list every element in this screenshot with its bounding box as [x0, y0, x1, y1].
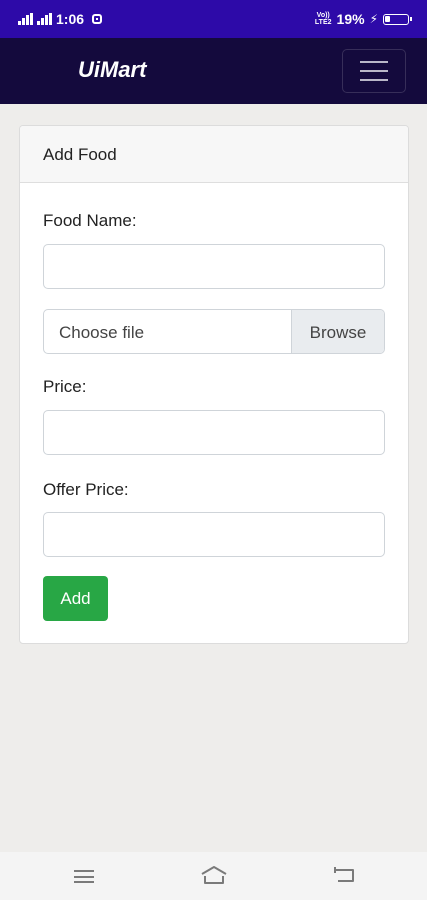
- price-label: Price:: [43, 377, 87, 396]
- volte-label-bottom: LTE2: [314, 19, 332, 26]
- card-header: Add Food: [20, 126, 408, 183]
- food-name-input[interactable]: [43, 244, 385, 289]
- add-button[interactable]: Add: [43, 576, 108, 621]
- card-title: Add Food: [43, 145, 117, 164]
- hamburger-icon: [360, 61, 388, 81]
- offer-price-label: Offer Price:: [43, 480, 129, 499]
- add-food-card: Add Food Food Name: Choose file Browse P…: [19, 125, 409, 644]
- battery-icon: [383, 13, 412, 25]
- volte-label-top: Vo)): [316, 12, 330, 19]
- signal-icon: [18, 13, 33, 25]
- brand-logo[interactable]: UiMart: [78, 57, 146, 83]
- battery-percent: 19%: [336, 11, 365, 27]
- navbar-toggler-button[interactable]: [342, 49, 406, 93]
- notification-icon: [92, 14, 103, 24]
- navbar: UiMart: [0, 38, 427, 104]
- signal-icon-2: [37, 13, 52, 25]
- home-icon[interactable]: [199, 864, 229, 886]
- offer-price-input[interactable]: [43, 512, 385, 557]
- volte-indicator: Vo)) LTE2: [315, 12, 332, 26]
- status-bar: 1:06 Vo)) LTE2 19% ⚡: [0, 0, 427, 38]
- status-right: Vo)) LTE2 19% ⚡: [315, 11, 412, 27]
- system-navigation-bar: [0, 852, 427, 900]
- file-input[interactable]: Choose file Browse: [43, 309, 385, 354]
- food-name-label: Food Name:: [43, 211, 137, 230]
- file-input-label: Choose file: [59, 323, 145, 342]
- browse-button[interactable]: Browse: [291, 310, 384, 353]
- price-input[interactable]: [43, 410, 385, 455]
- status-time: 1:06: [56, 11, 85, 27]
- menu-icon[interactable]: [74, 870, 94, 883]
- status-left: 1:06: [18, 11, 103, 27]
- back-icon[interactable]: [333, 866, 355, 884]
- charging-icon: ⚡: [369, 12, 378, 26]
